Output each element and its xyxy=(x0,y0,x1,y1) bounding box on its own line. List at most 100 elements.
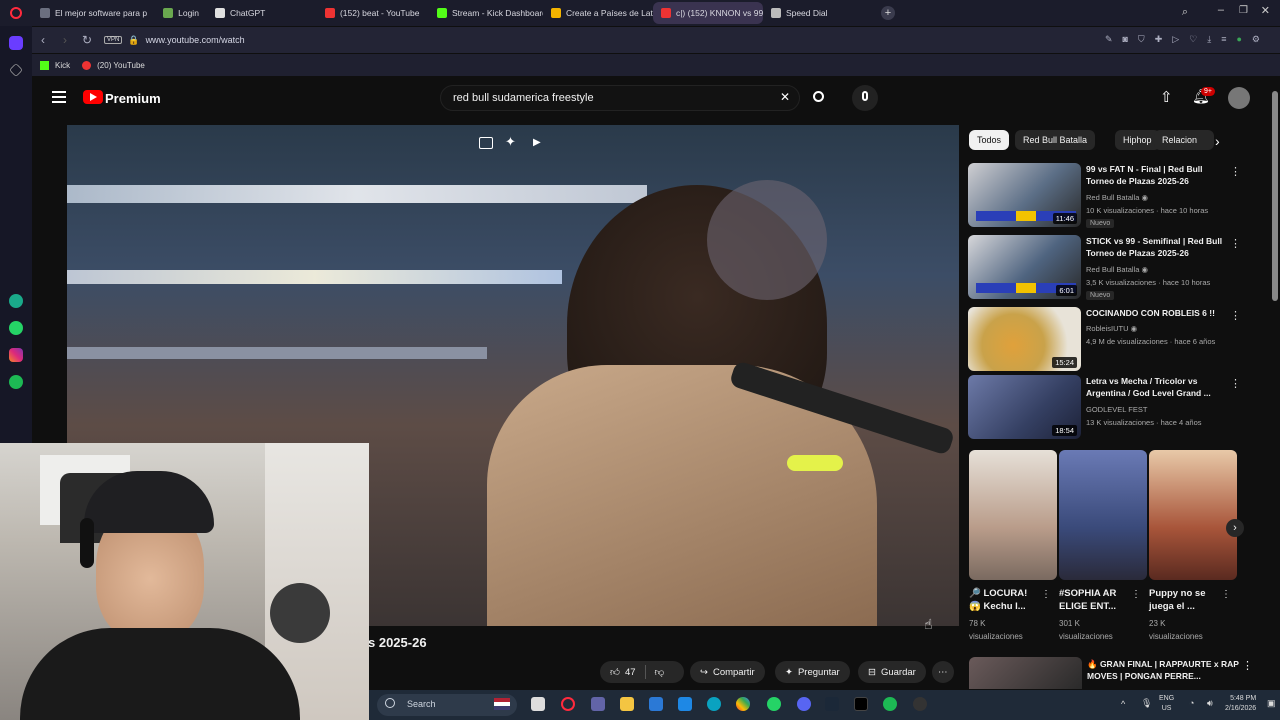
rec-channel[interactable]: Red Bull Batalla ◉ xyxy=(1086,265,1148,274)
more-options-icon[interactable]: ⋮ xyxy=(1230,309,1241,322)
rec-thumbnail-next[interactable] xyxy=(969,657,1082,689)
rec-title[interactable]: STICK vs 99 - Semifinal | Red Bull Torne… xyxy=(1086,235,1226,259)
search-input[interactable]: red bull sudamerica freestyle xyxy=(440,85,800,111)
chip-hiphop[interactable]: Hiphop xyxy=(1115,130,1160,150)
shorts-next-icon[interactable]: › xyxy=(1226,519,1244,537)
page-scrollbar[interactable] xyxy=(1272,91,1278,301)
rec-thumbnail[interactable]: 15:24 xyxy=(968,307,1081,371)
rec-item-1[interactable]: 6:01 STICK vs 99 - Semifinal | Red Bull … xyxy=(968,235,1241,300)
volume-icon[interactable]: 🔊︎ xyxy=(1207,698,1213,709)
rec-title[interactable]: COCINANDO CON ROBLEIS 6 !! xyxy=(1086,307,1226,319)
tab-7[interactable]: Speed Dial xyxy=(763,2,873,24)
back-icon[interactable]: ‹ xyxy=(32,33,54,47)
more-actions-button[interactable]: ⋯ xyxy=(932,661,954,683)
rec-thumbnail[interactable]: 6:01 xyxy=(968,235,1081,299)
clock[interactable]: 5:48 PM 2/16/2026 xyxy=(1225,694,1256,714)
whatsapp-icon[interactable] xyxy=(767,697,781,711)
heart-icon[interactable]: ♡ xyxy=(1189,34,1197,45)
task-view-icon[interactable] xyxy=(531,697,545,711)
settings-icon[interactable]: ⚙ xyxy=(1252,34,1260,45)
more-options-icon[interactable]: ⋮ xyxy=(1242,659,1253,672)
premium-label[interactable]: Premium xyxy=(105,91,161,106)
opera-logo-icon[interactable] xyxy=(0,0,32,26)
short-thumbnail-2[interactable] xyxy=(1149,450,1237,580)
tab-3[interactable]: (152) beat - YouTube xyxy=(317,2,429,24)
bookmark-kick[interactable]: Kick xyxy=(55,61,70,70)
edge-icon[interactable] xyxy=(707,697,721,711)
tab-6-active[interactable]: c|) (152) KNNON vs 99 · xyxy=(652,2,763,24)
chip-next-arrow-icon[interactable]: › xyxy=(1215,133,1220,149)
chatgpt-icon[interactable] xyxy=(9,294,23,308)
miniplayer-icon[interactable] xyxy=(479,137,493,149)
store-icon[interactable] xyxy=(649,697,663,711)
rec-item-0[interactable]: 11:46 99 vs FAT N - Final | Red Bull Tor… xyxy=(968,163,1241,228)
upload-icon[interactable]: ⇧ xyxy=(1160,88,1173,106)
tab-1[interactable]: Login xyxy=(155,2,207,24)
short-thumbnail-0[interactable] xyxy=(969,450,1057,580)
minimize-icon[interactable]: – xyxy=(1218,4,1224,16)
short-title[interactable]: #SOPHIA AR ELIGE ENT... xyxy=(1059,587,1129,613)
file-explorer-icon[interactable] xyxy=(620,697,634,711)
tab-0[interactable]: El mejor software para p xyxy=(32,2,155,24)
camera-icon[interactable]: ◙ xyxy=(1122,34,1127,45)
hamburger-menu-icon[interactable] xyxy=(52,91,66,103)
rec-thumbnail[interactable]: 11:46 xyxy=(968,163,1081,227)
home-icon[interactable] xyxy=(9,36,23,50)
maximize-icon[interactable]: ❐ xyxy=(1239,5,1248,16)
save-button[interactable]: ⊟ Guardar xyxy=(858,661,926,683)
spotify-icon[interactable] xyxy=(9,375,23,389)
mic-tray-icon[interactable]: 🎙︎ xyxy=(1141,698,1152,709)
more-options-icon[interactable]: ⋮ xyxy=(1221,589,1231,600)
search-tabs-icon[interactable]: ⌕ xyxy=(1182,6,1188,19)
edit-icon[interactable]: ✎ xyxy=(1105,34,1113,45)
more-options-icon[interactable]: ⋮ xyxy=(1230,165,1241,178)
chip-todos[interactable]: Todos xyxy=(969,130,1010,150)
short-title[interactable]: 🔎 LOCURA! 😱 Kechu l... xyxy=(969,587,1039,613)
download-icon[interactable]: ⤓ xyxy=(1207,34,1211,45)
ask-button[interactable]: ✦ Preguntar xyxy=(775,661,850,683)
opera-icon[interactable] xyxy=(561,697,575,711)
tab-5[interactable]: Create a Países de Latino xyxy=(543,2,653,24)
more-options-icon[interactable]: ⋮ xyxy=(1230,377,1241,390)
voice-search-button[interactable] xyxy=(852,85,878,111)
new-tab-icon[interactable]: + xyxy=(880,6,895,20)
tab-4[interactable]: Stream - Kick Dashboard xyxy=(429,2,543,24)
chrome-icon[interactable] xyxy=(736,697,750,711)
lock-icon[interactable]: 🔒 xyxy=(128,35,139,46)
notification-center-icon[interactable]: ▣ xyxy=(1267,698,1276,709)
menu-icon[interactable]: ≡ xyxy=(1221,34,1226,45)
extension-icon[interactable]: ✚ xyxy=(1155,34,1163,45)
youtube-logo-icon[interactable] xyxy=(83,90,103,104)
short-thumbnail-1[interactable] xyxy=(1059,450,1147,580)
chip-relacionados[interactable]: Relacion xyxy=(1154,130,1214,150)
discord-icon[interactable] xyxy=(797,697,811,711)
close-window-icon[interactable]: ✕ xyxy=(1261,4,1270,17)
teams-icon[interactable] xyxy=(591,697,605,711)
rec-channel[interactable]: RobleisIUTU ◉ xyxy=(1086,324,1137,333)
rec-item-2[interactable]: 15:24 COCINANDO CON ROBLEIS 6 !! Robleis… xyxy=(968,307,1241,371)
capcut-icon[interactable] xyxy=(854,697,868,711)
steam-icon[interactable] xyxy=(825,697,839,711)
profile-icon[interactable]: ● xyxy=(1236,34,1241,45)
vpn-badge[interactable]: VPN xyxy=(104,36,123,44)
shield-icon[interactable]: ⛉ xyxy=(1138,34,1145,45)
url-field[interactable]: www.youtube.com/watch xyxy=(146,35,245,45)
rec-title[interactable]: 99 vs FAT N - Final | Red Bull Torneo de… xyxy=(1086,163,1226,187)
search-button[interactable] xyxy=(806,85,834,111)
share-button[interactable]: ↪ Compartir xyxy=(690,661,765,683)
instagram-icon[interactable] xyxy=(9,348,23,362)
chip-red-bull-batalla[interactable]: Red Bull Batalla xyxy=(1015,130,1096,150)
spotify-icon[interactable] xyxy=(883,697,897,711)
reload-icon[interactable]: ↻ xyxy=(76,33,98,47)
like-count[interactable]: 47 xyxy=(625,667,636,678)
flag-icon[interactable] xyxy=(494,698,510,710)
rec-item-3[interactable]: 18:54 Letra vs Mecha / Tricolor vs Argen… xyxy=(968,375,1241,439)
ai-summary-icon[interactable]: ✦ xyxy=(505,134,516,150)
language-indicator[interactable]: ENG US xyxy=(1159,694,1174,714)
more-options-icon[interactable]: ⋮ xyxy=(1230,237,1241,250)
more-options-icon[interactable]: ⋮ xyxy=(1041,589,1051,600)
pinboard-icon[interactable] xyxy=(9,63,23,77)
camera-icon[interactable]: ▶ xyxy=(533,137,541,148)
outlook-icon[interactable] xyxy=(678,697,692,711)
tray-chevron-icon[interactable]: ^ xyxy=(1121,699,1125,709)
